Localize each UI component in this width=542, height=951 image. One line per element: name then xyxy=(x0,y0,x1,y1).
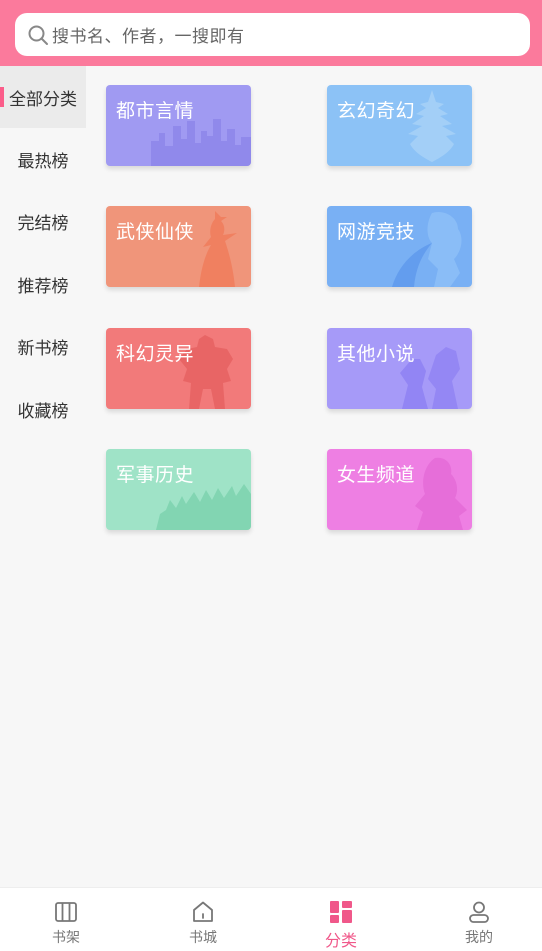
sidebar: 全部分类 最热榜 完结榜 推荐榜 新书榜 收藏榜 xyxy=(0,66,86,441)
category-card-scifi-supernatural[interactable]: 科幻灵异 xyxy=(106,328,251,409)
category-card-military-history[interactable]: 军事历史 xyxy=(106,449,251,530)
tab-profile[interactable]: 我的 xyxy=(439,888,519,951)
search-input[interactable]: 搜书名、作者，一搜即有 xyxy=(15,13,530,56)
category-label: 网游竞技 xyxy=(337,221,416,243)
header-bar: 搜书名、作者，一搜即有 xyxy=(0,0,542,66)
tab-label: 我的 xyxy=(465,930,493,946)
tab-label: 书城 xyxy=(189,930,217,946)
sidebar-item-all-categories[interactable]: 全部分类 xyxy=(0,66,86,128)
search-placeholder: 搜书名、作者，一搜即有 xyxy=(52,27,245,47)
category-label: 玄幻奇幻 xyxy=(337,100,416,122)
tab-bookshelf[interactable]: 书架 xyxy=(26,888,106,951)
category-label: 都市言情 xyxy=(116,100,195,122)
sidebar-item-favorites[interactable]: 收藏榜 xyxy=(0,378,86,441)
category-card-other-novels[interactable]: 其他小说 xyxy=(327,328,472,409)
army-crowd-illustration xyxy=(156,484,251,530)
home-icon xyxy=(193,901,213,922)
sidebar-item-recommended[interactable]: 推荐榜 xyxy=(0,253,86,316)
category-grid-icon xyxy=(330,901,352,923)
category-label: 女生频道 xyxy=(337,464,416,486)
search-icon xyxy=(28,25,48,45)
category-label: 其他小说 xyxy=(337,343,416,365)
category-card-online-games[interactable]: 网游竞技 xyxy=(327,206,472,287)
bookshelf-icon xyxy=(55,902,77,922)
app-root: 搜书名、作者，一搜即有 全部分类 最热榜 完结榜 推荐榜 新书榜 收藏榜 都市言… xyxy=(0,0,542,951)
category-label: 科幻灵异 xyxy=(116,343,195,365)
user-icon xyxy=(469,901,489,923)
category-label: 军事历史 xyxy=(116,464,195,486)
category-card-wuxia-xianxia[interactable]: 武侠仙侠 xyxy=(106,206,251,287)
category-label: 武侠仙侠 xyxy=(116,221,195,243)
sidebar-item-hottest[interactable]: 最热榜 xyxy=(0,128,86,191)
category-card-female-channel[interactable]: 女生频道 xyxy=(327,449,472,530)
bottom-tab-bar: 书架 书城 分类 我的 xyxy=(0,887,542,951)
sidebar-item-new-books[interactable]: 新书榜 xyxy=(0,316,86,379)
tab-label: 书架 xyxy=(52,930,80,946)
sidebar-item-completed[interactable]: 完结榜 xyxy=(0,191,86,254)
category-card-xuanhuan-fantasy[interactable]: 玄幻奇幻 xyxy=(327,85,472,166)
tab-category[interactable]: 分类 xyxy=(301,888,381,951)
tab-label: 分类 xyxy=(324,931,357,950)
tab-bookstore[interactable]: 书城 xyxy=(163,888,243,951)
category-card-urban-romance[interactable]: 都市言情 xyxy=(106,85,251,166)
